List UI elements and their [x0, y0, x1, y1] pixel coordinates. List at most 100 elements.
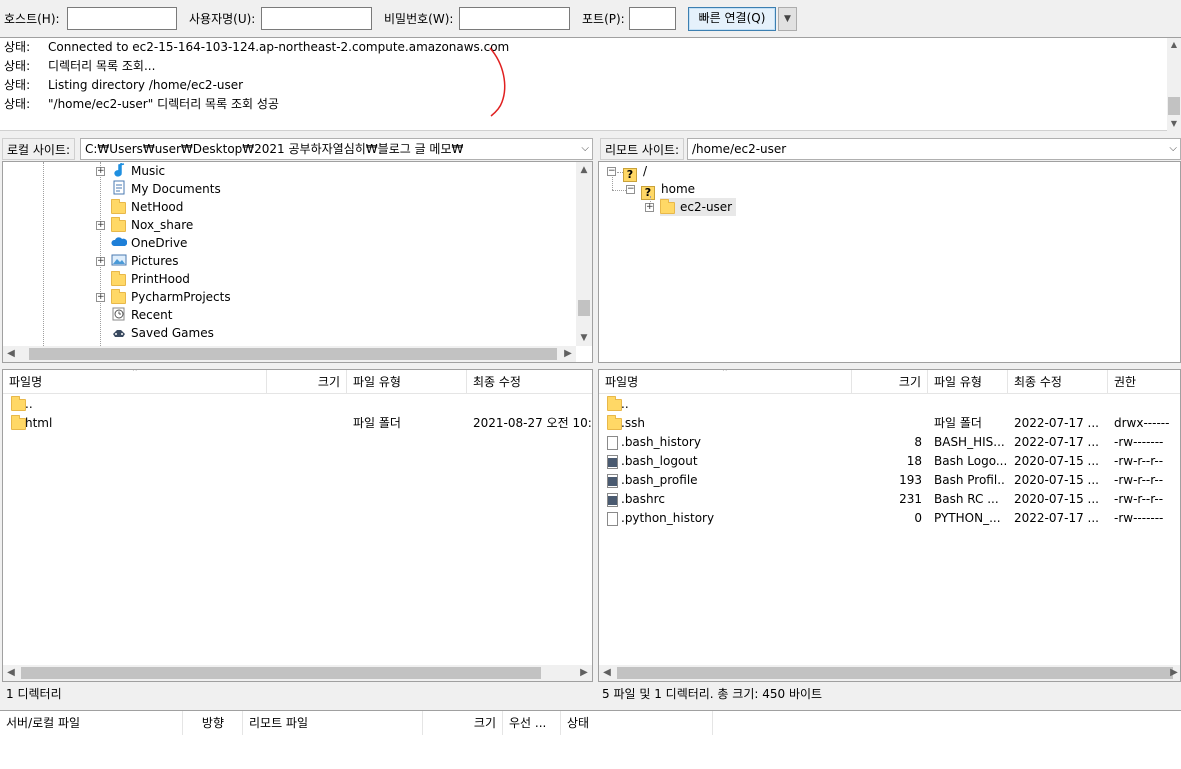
saved-games-icon — [111, 324, 127, 338]
tree-node-ec2-user-selected[interactable]: ec2-user — [660, 198, 737, 216]
scroll-thumb[interactable] — [29, 348, 557, 360]
scroll-thumb[interactable] — [578, 300, 590, 316]
expand-icon[interactable]: + — [645, 203, 654, 212]
local-status-text: 1 디렉터리 — [0, 684, 593, 704]
scroll-up-icon[interactable]: ▲ — [1167, 38, 1181, 52]
log-vertical-scrollbar[interactable]: ▲ ▼ — [1167, 38, 1181, 131]
remote-directory-tree[interactable]: − ? / − ? home + ec2-user — [598, 161, 1181, 363]
chevron-down-icon[interactable]: ⌵ — [581, 139, 589, 159]
expand-icon[interactable]: + — [96, 221, 105, 230]
recent-icon — [111, 306, 127, 321]
file-row[interactable]: .bash_logout 18 Bash Logo... 2020-07-15 … — [599, 452, 1180, 471]
chevron-down-icon[interactable]: ⌵ — [1169, 139, 1177, 159]
username-input[interactable] — [261, 7, 372, 30]
column-permissions[interactable]: 권한 — [1108, 370, 1180, 394]
expand-icon[interactable]: + — [96, 167, 105, 176]
pictures-icon — [111, 252, 127, 266]
tree-node[interactable]: PycharmProjects — [111, 288, 231, 306]
log-line: 상태: "/home/ec2-user" 디렉터리 목록 조회 성공 — [4, 97, 279, 111]
file-row[interactable]: .python_history 0 PYTHON_... 2022-07-17 … — [599, 509, 1180, 528]
quickconnect-history-dropdown[interactable]: ▼ — [778, 7, 797, 31]
local-file-list[interactable]: 파일명 ⌃ 크기 파일 유형 최종 수정 .. html 파일 폴더 2021-… — [2, 369, 593, 682]
red-annotation-mark — [489, 47, 506, 117]
username-label: 사용자명(U): — [189, 12, 256, 26]
transfer-queue[interactable]: 서버/로컬 파일 방향 리모트 파일 크기 우선 ... 상태 — [0, 710, 1181, 769]
tree-node[interactable]: Pictures — [111, 252, 179, 270]
password-label: 비밀번호(W): — [384, 12, 454, 26]
quickconnect-button[interactable]: 빠른 연결(Q) — [688, 7, 776, 31]
password-input[interactable] — [459, 7, 570, 30]
column-type[interactable]: 파일 유형 — [928, 370, 1008, 394]
local-path-combo[interactable]: C:₩Users₩user₩Desktop₩2021 공부하자열심히₩블로그 글… — [80, 138, 593, 160]
scroll-thumb[interactable] — [1168, 97, 1180, 115]
local-tree-vertical-scrollbar[interactable]: ▲ ▼ — [576, 162, 592, 346]
tree-node[interactable]: Recent — [111, 306, 172, 324]
file-row[interactable]: .. — [599, 395, 1180, 414]
local-site-bar: 로컬 사이트: C:₩Users₩user₩Desktop₩2021 공부하자열… — [0, 138, 593, 160]
tree-node[interactable]: PrintHood — [111, 270, 190, 288]
column-modified[interactable]: 최종 수정 — [467, 370, 592, 394]
local-list-horizontal-scrollbar[interactable]: ◀ ▶ — [3, 665, 592, 681]
column-size[interactable]: 크기 — [852, 370, 928, 394]
tree-node[interactable]: Nox_share — [111, 216, 193, 234]
collapse-icon[interactable]: − — [607, 167, 616, 176]
local-list-header: 파일명 ⌃ 크기 파일 유형 최종 수정 — [3, 370, 592, 394]
scroll-down-icon[interactable]: ▼ — [1167, 117, 1181, 131]
remote-file-list[interactable]: 파일명 ⌃ 크기 파일 유형 최종 수정 권한 .. .ssh 파일 폴더 20… — [598, 369, 1181, 682]
local-tree-horizontal-scrollbar[interactable]: ◀ ▶ — [3, 346, 576, 362]
red-annotation-stroke — [489, 47, 506, 117]
queue-column-local-file[interactable]: 서버/로컬 파일 — [0, 711, 183, 735]
log-line: 상태: Listing directory /home/ec2-user — [4, 78, 244, 92]
queue-column-status[interactable]: 상태 — [561, 711, 713, 735]
scroll-up-icon[interactable]: ▲ — [576, 162, 592, 178]
tree-node-root[interactable]: ? / — [623, 162, 647, 182]
expand-icon[interactable]: + — [96, 257, 105, 266]
message-log[interactable]: 상태: Connected to ec2-15-164-103-124.ap-no… — [0, 37, 1181, 131]
scroll-left-icon[interactable]: ◀ — [3, 346, 19, 362]
tree-node[interactable]: Music — [111, 162, 165, 180]
file-row[interactable]: .bash_history 8 BASH_HIS... 2022-07-17 .… — [599, 433, 1180, 452]
collapse-icon[interactable]: − — [626, 185, 635, 194]
tree-node[interactable]: My Documents — [111, 180, 221, 198]
file-row[interactable]: .. — [3, 395, 592, 414]
queue-column-size[interactable]: 크기 — [423, 711, 503, 735]
column-modified[interactable]: 최종 수정 — [1008, 370, 1108, 394]
queue-column-remote-file[interactable]: 리모트 파일 — [243, 711, 423, 735]
folder-icon — [111, 199, 127, 215]
scroll-thumb[interactable] — [21, 667, 541, 679]
scroll-right-icon[interactable]: ▶ — [576, 665, 592, 681]
remote-site-label: 리모트 사이트: — [600, 138, 685, 160]
tree-node[interactable]: Saved Games — [111, 324, 214, 342]
file-row[interactable]: .bash_profile 193 Bash Profil... 2020-07… — [599, 471, 1180, 490]
host-input[interactable] — [67, 7, 177, 30]
log-line: 상태: Connected to ec2-15-164-103-124.ap-no… — [4, 40, 510, 54]
document-icon — [111, 180, 127, 195]
remote-list-horizontal-scrollbar[interactable]: ◀ ▶ — [599, 665, 1180, 681]
tree-node[interactable]: OneDrive — [111, 234, 187, 252]
column-size[interactable]: 크기 — [267, 370, 347, 394]
file-row[interactable]: html 파일 폴더 2021-08-27 오전 10:4 — [3, 414, 592, 433]
scroll-right-icon[interactable]: ▶ — [560, 346, 576, 362]
expand-icon[interactable]: + — [96, 293, 105, 302]
unknown-folder-icon: ? — [623, 165, 639, 182]
remote-path-combo[interactable]: /home/ec2-user ⌵ — [687, 138, 1181, 160]
queue-column-priority[interactable]: 우선 ... — [503, 711, 561, 735]
local-path-text: C:₩Users₩user₩Desktop₩2021 공부하자열심히₩블로그 글… — [85, 142, 464, 156]
sort-ascending-icon: ⌃ — [721, 369, 729, 378]
folder-icon — [111, 289, 127, 305]
chevron-down-icon: ▼ — [784, 14, 791, 24]
scroll-right-icon[interactable]: ▶ — [1166, 665, 1180, 681]
file-row[interactable]: .ssh 파일 폴더 2022-07-17 ... drwx------ — [599, 414, 1180, 433]
tree-node[interactable]: NetHood — [111, 198, 183, 216]
queue-column-direction[interactable]: 방향 — [183, 711, 243, 735]
scroll-thumb[interactable] — [617, 667, 1173, 679]
scroll-down-icon[interactable]: ▼ — [576, 330, 592, 346]
column-type[interactable]: 파일 유형 — [347, 370, 467, 394]
port-label: 포트(P): — [582, 12, 625, 26]
local-directory-tree[interactable]: + Music My Documents NetHood + Nox_share… — [2, 161, 593, 363]
scroll-left-icon[interactable]: ◀ — [3, 665, 19, 681]
file-row[interactable]: .bashrc 231 Bash RC ... 2020-07-15 ... -… — [599, 490, 1180, 509]
log-line: 상태: 디렉터리 목록 조회... — [4, 59, 156, 73]
scroll-left-icon[interactable]: ◀ — [599, 665, 615, 681]
port-input[interactable] — [629, 7, 676, 30]
